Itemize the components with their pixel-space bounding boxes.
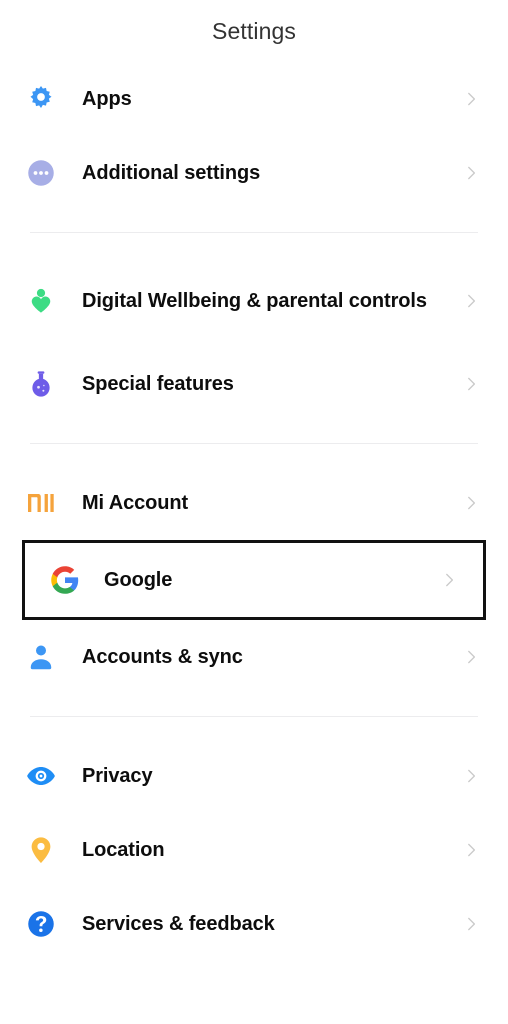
chevron-right-icon [456,767,486,785]
settings-row-special-features[interactable]: Special features [0,347,508,421]
chevron-right-icon [456,494,486,512]
settings-row-accounts-sync[interactable]: Accounts & sync [0,620,508,694]
flask-icon [0,347,82,421]
settings-row-label: Apps [82,87,132,110]
settings-row-privacy[interactable]: Privacy [0,739,508,813]
settings-row-additional-settings[interactable]: Additional settings [0,136,508,210]
settings-screen: Settings Apps Additional settings Digital … [0,0,508,1024]
settings-row-mi-account[interactable]: Mi Account [0,466,508,540]
settings-row-services-feedback[interactable]: Services & feedback [0,887,508,961]
settings-group: Apps Additional settings [0,62,508,210]
page-title: Settings [212,17,296,44]
question-circle-icon [0,887,82,961]
eye-icon [0,739,82,813]
chevron-right-icon [456,841,486,859]
gear-icon [0,62,82,136]
settings-group: Privacy Location Services & feedback [0,739,508,961]
settings-list: Apps Additional settings Digital Wellbeing… [0,62,508,961]
settings-row-label: Accounts & sync [82,645,243,668]
settings-row-label: Location [82,838,165,861]
settings-group: Digital Wellbeing & parental controls Spe… [0,255,508,421]
settings-row-google[interactable]: Google [22,540,486,620]
app-header: Settings [0,0,508,62]
person-heart-icon [0,264,82,338]
chevron-right-icon [456,292,486,310]
chevron-right-icon [456,915,486,933]
google-logo-icon [25,543,104,617]
chevron-right-icon [456,648,486,666]
chevron-right-icon [456,90,486,108]
settings-row-label: Privacy [82,764,153,787]
settings-group: Mi Account Google Accounts & sync [0,466,508,694]
settings-row-label: Mi Account [82,491,189,514]
location-pin-icon [0,813,82,887]
settings-row-label: Additional settings [82,161,261,184]
settings-row-location[interactable]: Location [0,813,508,887]
ellipsis-circle-icon [0,136,82,210]
person-icon [0,620,82,694]
chevron-right-icon [434,571,464,589]
chevron-right-icon [456,375,486,393]
settings-row-label: Services & feedback [82,912,275,935]
chevron-right-icon [456,164,486,182]
settings-row-label: Special features [82,372,234,395]
settings-row-label: Digital Wellbeing & parental controls [82,289,427,312]
settings-row-label: Google [104,568,173,591]
settings-row-digital-wellbeing[interactable]: Digital Wellbeing & parental controls [0,255,508,347]
settings-row-apps[interactable]: Apps [0,62,508,136]
mi-logo-icon [0,466,82,540]
